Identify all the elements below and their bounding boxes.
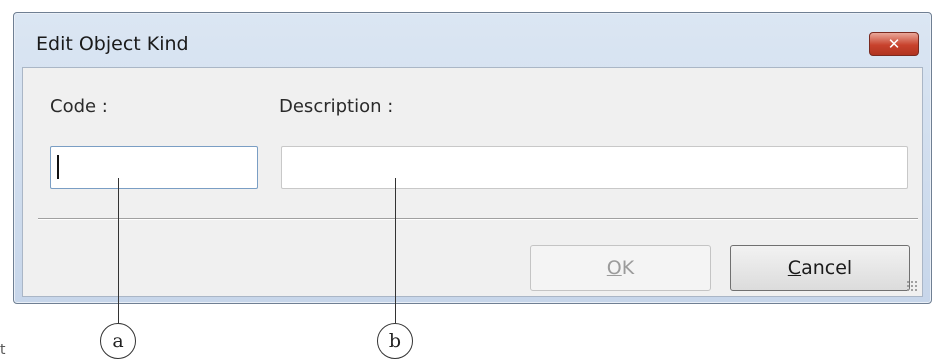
callout-line-b [395,178,396,323]
cancel-button[interactable]: Cancel [730,245,910,291]
callout-letter-b: b [388,330,402,352]
callout-letter-a: a [112,330,124,352]
ok-label-rest: K [621,257,635,279]
separator [38,218,918,220]
text-caret [57,155,59,179]
title-bar[interactable]: Edit Object Kind ✕ [14,13,931,67]
callout-marker-b: b [377,323,413,359]
dialog-body: Code : Description : OK Cancel [22,67,923,297]
code-label: Code : [50,96,108,117]
edit-object-kind-dialog: Edit Object Kind ✕ Code : Description : … [13,12,932,304]
description-label: Description : [279,96,394,117]
stray-text: t [0,342,6,358]
callout-line-a [118,178,119,323]
ok-mnemonic: O [606,257,622,279]
callout-marker-a: a [100,323,136,359]
cancel-mnemonic: C [787,257,802,279]
cancel-label-rest: ancel [801,257,853,279]
close-icon: ✕ [887,35,901,53]
dialog-title: Edit Object Kind [36,33,189,55]
ok-button[interactable]: OK [530,245,711,291]
code-input[interactable] [50,146,258,189]
description-input[interactable] [281,146,908,189]
close-button[interactable]: ✕ [869,32,919,56]
resize-grip-icon[interactable] [906,280,918,292]
